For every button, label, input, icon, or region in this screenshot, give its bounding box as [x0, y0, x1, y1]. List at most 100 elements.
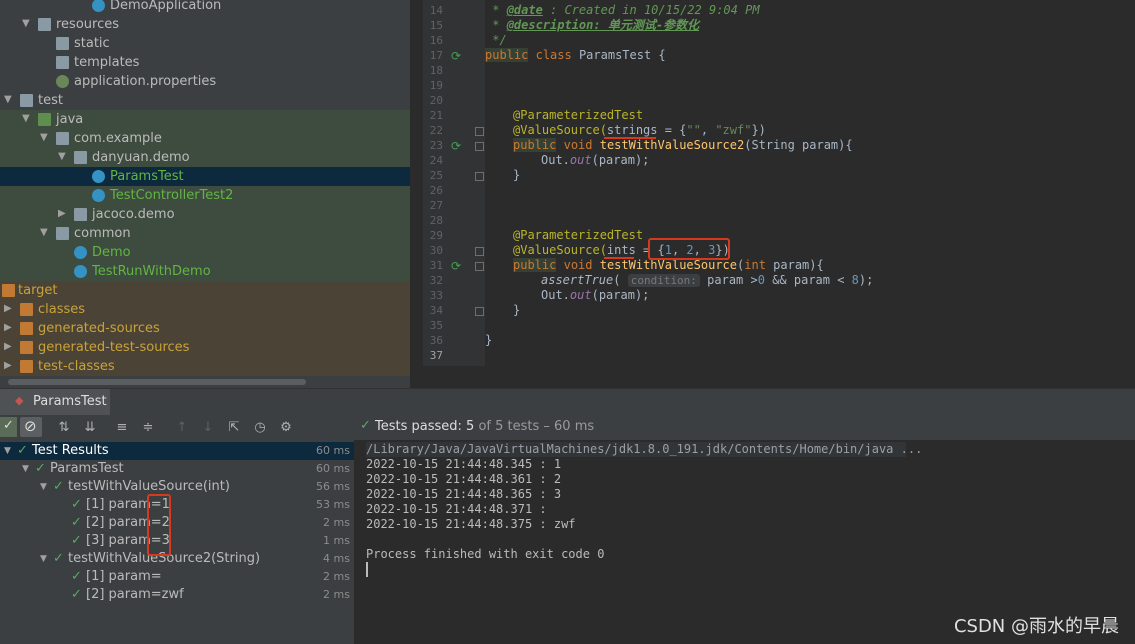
chevron-down-icon[interactable]: ▼ [22, 460, 29, 478]
show-passed-toggle[interactable]: ✓ [0, 417, 17, 437]
tree-item[interactable]: ParamsTest [0, 167, 410, 186]
tree-item-label: TestRunWithDemo [92, 264, 211, 279]
tree-item[interactable]: application.properties [0, 72, 410, 91]
chevron-down-icon[interactable]: ▼ [4, 95, 14, 105]
next-failed-icon[interactable]: ↓ [200, 420, 216, 436]
sort-alphabetically-icon[interactable]: ⇅ [56, 420, 72, 436]
tree-item-label: resources [56, 17, 120, 32]
tree-item[interactable]: ▼ java [0, 110, 410, 129]
test-result-row[interactable]: ✓ [1] param=1 53 ms [0, 496, 354, 514]
chevron-right-icon[interactable]: ▶ [4, 361, 14, 371]
tree-item[interactable]: ▼ com.example [0, 129, 410, 148]
line-number: 15 [429, 19, 443, 32]
highlight-box-params [147, 494, 171, 556]
chevron-right-icon[interactable]: ▶ [58, 209, 68, 219]
line-number: 27 [429, 199, 443, 212]
chevron-right-icon[interactable]: ▶ [4, 304, 14, 314]
tab-paramstest[interactable]: ◆ ParamsTest [0, 389, 110, 415]
fold-marker-icon[interactable] [475, 247, 484, 256]
fold-marker-icon[interactable] [475, 127, 484, 136]
tree-item[interactable]: ▼ resources [0, 15, 410, 34]
chevron-down-icon[interactable]: ▼ [40, 550, 47, 568]
chevron-down-icon[interactable]: ▼ [58, 152, 68, 162]
tree-item[interactable]: ▶ generated-test-sources [0, 338, 410, 357]
run-test-icon[interactable]: ⟳ [451, 260, 463, 272]
fold-marker-icon[interactable] [475, 142, 484, 151]
properties-file-icon [56, 75, 69, 88]
package-icon [56, 132, 69, 145]
chevron-right-icon[interactable]: ▶ [4, 342, 14, 352]
chevron-down-icon[interactable]: ▼ [22, 114, 32, 124]
line-number: 33 [429, 289, 443, 302]
test-result-row[interactable]: ✓ [2] param=zwf 2 ms [0, 586, 354, 604]
tree-item[interactable]: ▶ jacoco.demo [0, 205, 410, 224]
collapse-all-icon[interactable]: ≑ [140, 420, 156, 436]
tree-item[interactable]: ▼ test [0, 91, 410, 110]
test-duration: 60 ms [316, 462, 350, 475]
project-tree-scrollbar[interactable] [0, 376, 410, 388]
run-class-icon[interactable]: ⟳ [451, 50, 463, 62]
tree-item[interactable]: ▼ danyuan.demo [0, 148, 410, 167]
code-line-15: * @description: 单元测试-参数化 [485, 18, 700, 32]
excluded-folder-icon [2, 284, 15, 297]
tree-item[interactable]: TestControllerTest2 [0, 186, 410, 205]
settings-gear-icon[interactable]: ⚙ [278, 420, 294, 436]
passed-check-icon: ✓ [71, 533, 82, 548]
chevron-down-icon[interactable]: ▼ [22, 19, 32, 29]
scrollbar-thumb[interactable] [8, 379, 306, 385]
tree-item[interactable]: Demo [0, 243, 410, 262]
line-number: 34 [429, 304, 443, 317]
chevron-down-icon[interactable]: ▼ [40, 133, 50, 143]
chevron-down-icon[interactable]: ▼ [40, 478, 47, 496]
tree-item[interactable]: ▼ common [0, 224, 410, 243]
tree-item-label: templates [74, 55, 140, 70]
run-test-icon[interactable]: ⟳ [451, 140, 463, 152]
expand-all-icon[interactable]: ≡ [114, 420, 130, 436]
fold-marker-icon[interactable] [475, 307, 484, 316]
line-number: 31 [429, 259, 443, 272]
test-result-row[interactable]: ▼ ✓ testWithValueSource(int) 56 ms [0, 478, 354, 496]
console-line: 2022-10-15 21:44:48.361 : 2 [366, 472, 562, 486]
line-number: 32 [429, 274, 443, 287]
show-ignored-toggle[interactable]: ⊘ [20, 417, 42, 437]
test-result-row[interactable]: ▼ ✓ Test Results 60 ms [0, 442, 354, 460]
test-duration: 1 ms [323, 534, 350, 547]
line-number: 28 [429, 214, 443, 227]
tree-item[interactable]: templates [0, 53, 410, 72]
line-number: 17 [429, 49, 443, 62]
test-history-icon[interactable]: ◷ [252, 420, 268, 436]
sort-by-duration-icon[interactable]: ⇊ [82, 420, 98, 436]
tree-item-label: static [74, 36, 110, 51]
tree-item[interactable]: ▶ test-classes [0, 357, 410, 376]
tree-item[interactable]: static [0, 34, 410, 53]
test-result-row[interactable]: ▼ ✓ ParamsTest 60 ms [0, 460, 354, 478]
line-number: 20 [429, 94, 443, 107]
tree-item[interactable]: ▶ classes [0, 300, 410, 319]
tree-item[interactable]: ▶ generated-sources [0, 319, 410, 338]
code-line-31: public void testWithValueSource(int para… [513, 258, 824, 272]
fold-marker-icon[interactable] [475, 172, 484, 181]
export-results-icon[interactable]: ⇱ [226, 420, 242, 436]
console-command-line: /Library/Java/JavaVirtualMachines/jdk1.8… [366, 442, 923, 457]
class-icon [92, 170, 105, 183]
tree-item[interactable]: TestRunWithDemo [0, 262, 410, 281]
code-line-16: */ [485, 33, 507, 47]
fold-marker-icon[interactable] [475, 262, 484, 271]
folder-icon [38, 18, 51, 31]
test-result-row[interactable]: ✓ [1] param= 2 ms [0, 568, 354, 586]
chevron-down-icon[interactable]: ▼ [40, 228, 50, 238]
tree-item[interactable]: DemoApplication [0, 0, 410, 15]
tree-item[interactable]: target [0, 281, 410, 300]
previous-failed-icon[interactable]: ↑ [174, 420, 190, 436]
tree-item-label: target [18, 283, 58, 298]
run-config-icon: ◆ [15, 394, 24, 407]
chevron-right-icon[interactable]: ▶ [4, 323, 14, 333]
test-duration: 60 ms [316, 444, 350, 457]
test-result-row[interactable]: ✓ [3] param=3 1 ms [0, 532, 354, 550]
test-result-row[interactable]: ▼ ✓ testWithValueSource2(String) 4 ms [0, 550, 354, 568]
code-line-34: } [513, 303, 521, 317]
test-result-row[interactable]: ✓ [2] param=2 2 ms [0, 514, 354, 532]
chevron-down-icon[interactable]: ▼ [4, 442, 11, 460]
test-duration: 2 ms [323, 588, 350, 601]
console-line: Process finished with exit code 0 [366, 547, 605, 561]
